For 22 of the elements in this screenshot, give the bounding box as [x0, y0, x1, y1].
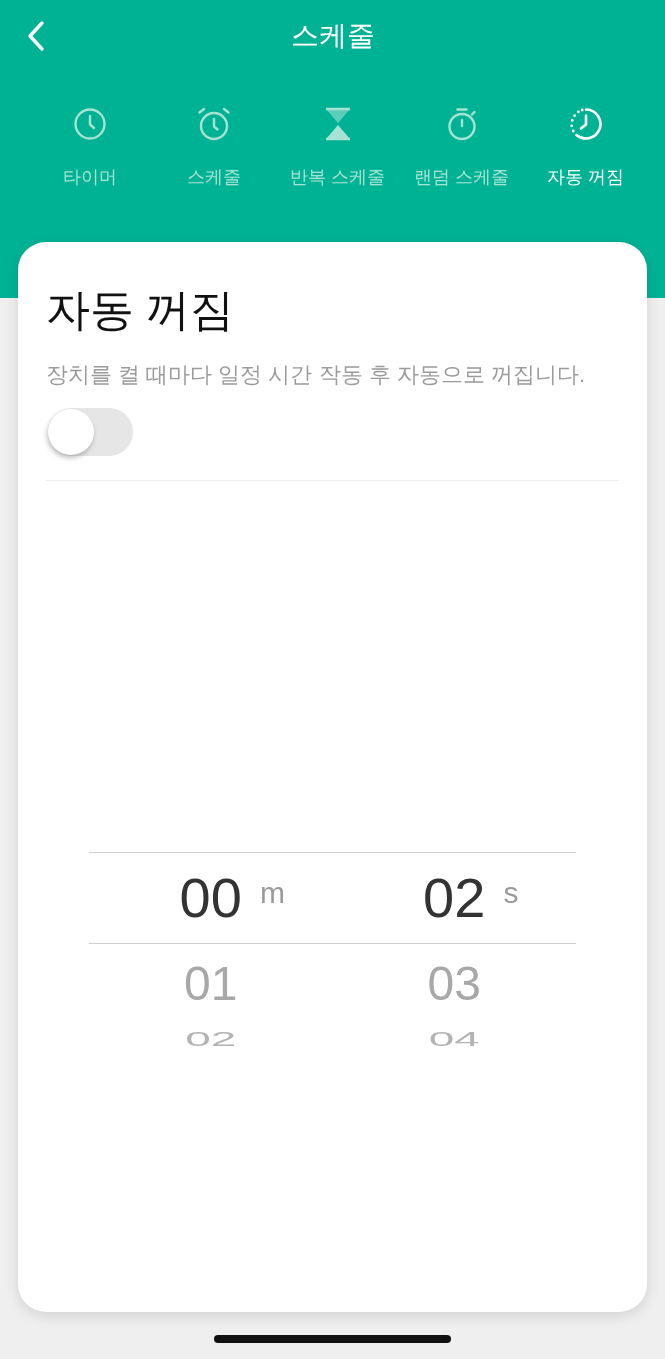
picker-value[interactable]: 01 [184, 956, 238, 1012]
schedule-tab[interactable]: 반복 스케줄 [276, 107, 400, 188]
picker-value[interactable]: 04 [428, 1030, 480, 1048]
picker-value[interactable]: 03 [427, 956, 481, 1012]
unit-label: m [259, 875, 285, 911]
schedule-tab[interactable]: 타이머 [28, 107, 152, 188]
stopwatch-icon [445, 107, 479, 141]
screen-title: 스케줄 [290, 19, 375, 53]
schedule-tab[interactable]: 자동 꺼짐 [524, 107, 648, 188]
description-text: 장치를 켤 때마다 일정 시간 작동 후 자동으로 꺼집니다. [46, 361, 585, 389]
clock-icon [73, 107, 107, 141]
schedule-tab[interactable]: 랜덤 스케줄 [400, 107, 524, 188]
picker-value[interactable]: 00 [179, 866, 242, 930]
picker-value[interactable]: 02 [423, 866, 486, 930]
toggle-switch[interactable] [48, 408, 133, 456]
card-title: 자동 꺼짐 [46, 284, 235, 336]
back-chevron-icon [26, 20, 46, 52]
picker-value[interactable]: 02 [185, 1030, 237, 1048]
unit-label: s [503, 875, 519, 911]
dotted-clock-icon [569, 107, 603, 141]
alarm-clock-icon [197, 107, 231, 141]
schedule-tab[interactable]: 스케줄 [152, 107, 276, 188]
